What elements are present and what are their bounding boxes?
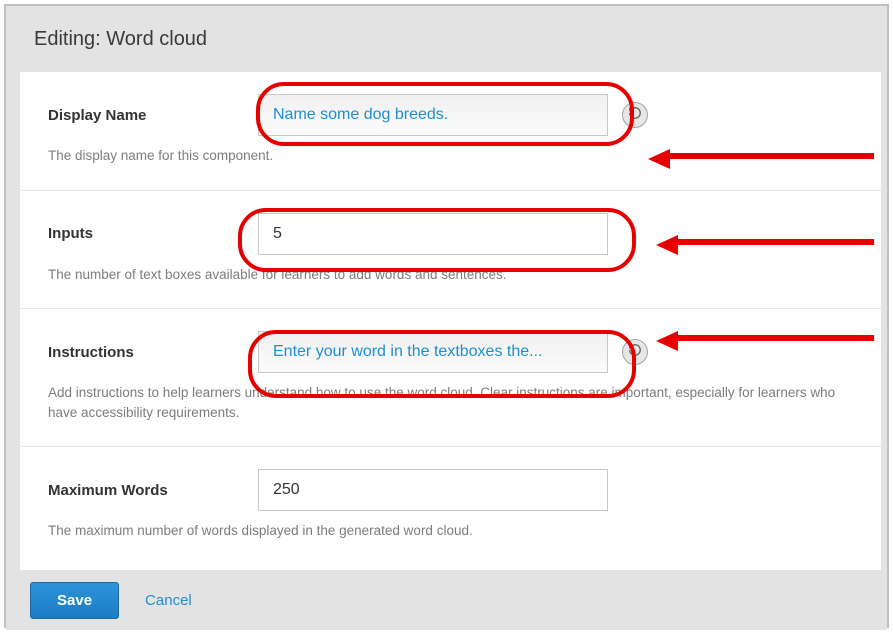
instructions-help: Add instructions to help learners unders… — [48, 383, 853, 422]
max-words-help: The maximum number of words displayed in… — [48, 521, 853, 541]
inputs-label: Inputs — [48, 225, 258, 242]
instructions-label: Instructions — [48, 344, 258, 361]
modal-footer: Save Cancel — [6, 570, 887, 630]
display-name-input[interactable] — [258, 94, 608, 136]
revert-icon — [628, 343, 642, 362]
field-max-words: Maximum Words The maximum number of word… — [20, 447, 881, 565]
revert-icon — [628, 106, 642, 125]
max-words-input[interactable] — [258, 469, 608, 511]
display-name-revert-button[interactable] — [622, 102, 648, 128]
modal-header: Editing: Word cloud — [6, 6, 887, 72]
field-inputs: Inputs The number of text boxes availabl… — [20, 191, 881, 310]
field-display-name: Display Name The display name for this c… — [20, 72, 881, 191]
modal-title: Editing: Word cloud — [34, 28, 207, 51]
instructions-revert-button[interactable] — [622, 339, 648, 365]
display-name-label: Display Name — [48, 107, 258, 124]
save-button[interactable]: Save — [30, 582, 119, 619]
inputs-input[interactable] — [258, 213, 608, 255]
cancel-button[interactable]: Cancel — [145, 592, 192, 609]
display-name-help: The display name for this component. — [48, 146, 853, 166]
instructions-input[interactable] — [258, 331, 608, 373]
settings-scroll-area[interactable]: Display Name The display name for this c… — [20, 72, 881, 570]
max-words-label: Maximum Words — [48, 482, 258, 499]
field-instructions: Instructions Add instructions to help le… — [20, 309, 881, 447]
inputs-help: The number of text boxes available for l… — [48, 265, 853, 285]
